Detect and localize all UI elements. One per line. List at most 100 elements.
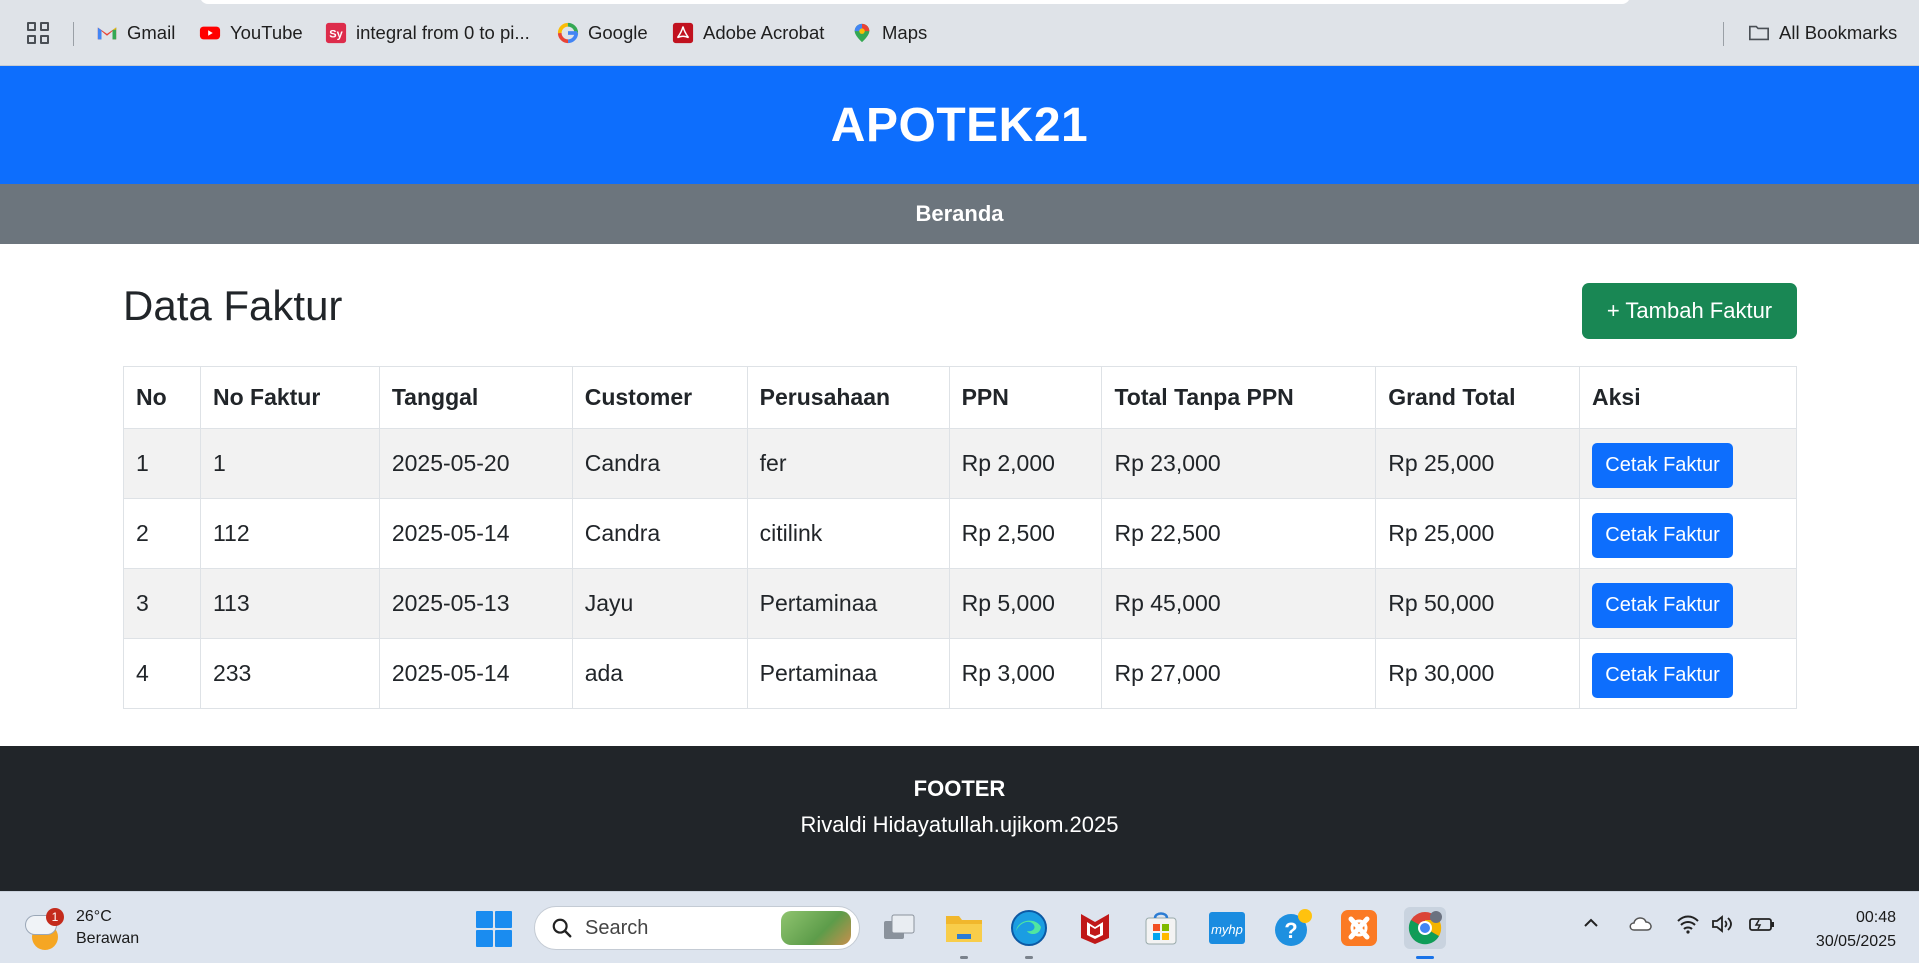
bookmark-google[interactable]: Google (557, 19, 648, 47)
bookmark-symbolab[interactable]: Sy integral from 0 to pi... (325, 19, 530, 47)
print-invoice-button[interactable]: Cetak Faktur (1592, 512, 1734, 558)
weather-widget[interactable]: 1 26°C Berawan (26, 906, 139, 950)
apps-grid-icon[interactable] (27, 22, 49, 44)
chrome-icon[interactable] (1404, 907, 1446, 959)
cell-total-tanpa-ppn: Rp 22,500 (1101, 498, 1377, 569)
table-header-row: No No Faktur Tanggal Customer Perusahaan… (123, 366, 1797, 429)
cell-tanggal: 2025-05-14 (378, 638, 573, 709)
taskbar-search[interactable]: Search (534, 906, 860, 950)
all-bookmarks-button[interactable]: All Bookmarks (1748, 19, 1897, 47)
cell-grand-total: Rp 50,000 (1375, 568, 1581, 639)
cell-no-faktur: 233 (199, 638, 380, 709)
cell-aksi: Cetak Faktur (1579, 498, 1797, 569)
symbolab-icon: Sy (325, 22, 347, 44)
invoice-table: No No Faktur Tanggal Customer Perusahaan… (123, 366, 1797, 709)
nav-link-beranda[interactable]: Beranda (915, 201, 1003, 227)
battery-icon[interactable] (1748, 914, 1776, 940)
google-icon (557, 22, 579, 44)
cell-no: 4 (123, 638, 201, 709)
microsoft-store-icon[interactable] (1140, 907, 1182, 949)
column-header: Grand Total (1375, 366, 1581, 429)
app-title: APOTEK21 (830, 98, 1089, 152)
cell-grand-total: Rp 25,000 (1375, 428, 1581, 499)
mcafee-icon[interactable] (1074, 907, 1116, 949)
search-highlight-image (781, 911, 851, 945)
print-invoice-button[interactable]: Cetak Faktur (1592, 652, 1734, 698)
edge-icon[interactable] (1008, 907, 1050, 959)
xampp-icon[interactable] (1338, 907, 1380, 949)
acrobat-icon (672, 22, 694, 44)
gmail-icon (96, 22, 118, 44)
weather-icon: 1 (26, 908, 66, 950)
bookmark-label: Adobe Acrobat (703, 22, 825, 43)
start-button[interactable] (476, 911, 512, 947)
footer-credit: Rivaldi Hidayatullah.ujikom.2025 (800, 812, 1119, 837)
bookmark-gmail[interactable]: Gmail (96, 19, 175, 47)
cell-customer: Jayu (571, 568, 748, 639)
cell-customer: Candra (571, 428, 748, 499)
bookmark-separator (73, 22, 74, 46)
file-explorer-icon[interactable] (943, 907, 985, 959)
cell-no: 1 (123, 428, 201, 499)
address-bar-edge (200, 0, 1630, 4)
system-clock[interactable]: 00:48 30/05/2025 (1816, 906, 1896, 954)
svg-text:Sy: Sy (329, 29, 343, 41)
bookmark-separator (1723, 22, 1724, 46)
app-header: APOTEK21 (0, 66, 1919, 184)
cell-ppn: Rp 2,000 (948, 428, 1103, 499)
cell-perusahaan: fer (746, 428, 950, 499)
bookmark-label: Maps (882, 22, 928, 43)
cell-customer: Candra (571, 498, 748, 569)
cell-no-faktur: 112 (199, 498, 380, 569)
cell-grand-total: Rp 30,000 (1375, 638, 1581, 709)
bookmark-label: Gmail (127, 22, 176, 43)
onedrive-cloud-icon[interactable] (1628, 914, 1654, 938)
folder-icon (1748, 22, 1770, 44)
bookmark-label: YouTube (230, 22, 303, 43)
table-row: 2 112 2025-05-14 Candra citilink Rp 2,50… (123, 498, 1797, 569)
column-header: Total Tanpa PPN (1101, 366, 1377, 429)
add-invoice-button[interactable]: + Tambah Faktur (1582, 283, 1797, 339)
myhp-icon[interactable]: myhp (1206, 907, 1248, 949)
column-header: Customer (571, 366, 748, 429)
task-view-icon[interactable] (878, 907, 920, 949)
cell-perusahaan: Pertaminaa (746, 638, 950, 709)
bookmark-label: Google (588, 22, 648, 43)
cell-no-faktur: 113 (199, 568, 380, 639)
cell-total-tanpa-ppn: Rp 27,000 (1101, 638, 1377, 709)
navbar: Beranda (0, 184, 1919, 244)
bookmark-youtube[interactable]: YouTube (199, 19, 303, 47)
app-footer: FOOTER Rivaldi Hidayatullah.ujikom.2025 (0, 746, 1919, 891)
notification-badge: 1 (46, 908, 64, 926)
weather-temperature: 26°C (76, 908, 112, 925)
bookmark-maps[interactable]: Maps (851, 19, 927, 47)
column-header: Aksi (1579, 366, 1797, 429)
windows-taskbar: 1 26°C Berawan Search myhp ? 00:48 30/05… (0, 891, 1919, 963)
cell-aksi: Cetak Faktur (1579, 638, 1797, 709)
youtube-icon (199, 22, 221, 44)
table-row: 3 113 2025-05-13 Jayu Pertaminaa Rp 5,00… (123, 568, 1797, 639)
maps-icon (851, 22, 873, 44)
show-hidden-icons-chevron-icon[interactable] (1582, 914, 1600, 938)
volume-icon[interactable] (1711, 914, 1735, 940)
cell-grand-total: Rp 25,000 (1375, 498, 1581, 569)
table-row: 4 233 2025-05-14 ada Pertaminaa Rp 3,000… (123, 638, 1797, 709)
bookmark-label: integral from 0 to pi... (356, 22, 530, 43)
cell-customer: ada (571, 638, 748, 709)
footer-title: FOOTER (913, 776, 1006, 801)
cell-tanggal: 2025-05-20 (378, 428, 573, 499)
table-row: 1 1 2025-05-20 Candra fer Rp 2,000 Rp 23… (123, 428, 1797, 499)
svg-text:?: ? (1284, 918, 1297, 943)
cell-perusahaan: Pertaminaa (746, 568, 950, 639)
cell-no: 3 (123, 568, 201, 639)
column-header: PPN (948, 366, 1103, 429)
print-invoice-button[interactable]: Cetak Faktur (1592, 582, 1734, 628)
cell-tanggal: 2025-05-13 (378, 568, 573, 639)
help-icon[interactable]: ? (1272, 907, 1314, 949)
search-icon (552, 918, 572, 938)
search-placeholder: Search (585, 916, 649, 939)
bookmark-adobe-acrobat[interactable]: Adobe Acrobat (672, 19, 824, 47)
bookmarks-bar: Gmail YouTube Sy integral from 0 to pi..… (0, 0, 1919, 66)
print-invoice-button[interactable]: Cetak Faktur (1592, 442, 1734, 488)
wifi-icon[interactable] (1676, 914, 1700, 940)
